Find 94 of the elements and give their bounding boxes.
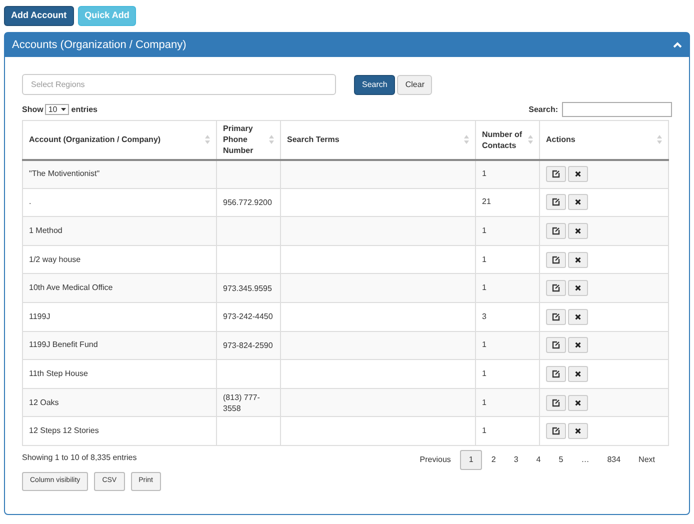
- phone-number: 956.772.9200: [223, 198, 272, 207]
- sort-icon: [464, 135, 469, 144]
- contact-count: 3: [482, 312, 486, 321]
- edit-button[interactable]: [546, 166, 566, 182]
- edit-button[interactable]: [546, 194, 566, 210]
- search-label: Search:: [528, 104, 558, 116]
- close-icon: [575, 199, 581, 206]
- edit-icon: [552, 198, 560, 206]
- account-name: 12 Oaks: [29, 398, 59, 407]
- close-icon: [575, 314, 581, 320]
- close-icon: [575, 428, 581, 434]
- account-name: .: [29, 197, 32, 206]
- entries-info: Showing 1 to 10 of 8,335 entries: [22, 452, 137, 464]
- add-account-button[interactable]: Add Account: [4, 6, 74, 26]
- regions-field[interactable]: Select Regions: [22, 74, 336, 95]
- edit-icon: [552, 256, 560, 264]
- delete-button[interactable]: [568, 366, 588, 382]
- page-link[interactable]: 3: [504, 450, 528, 470]
- edit-icon: [552, 427, 560, 436]
- sort-icon: [657, 135, 662, 144]
- account-name: 1 Method: [29, 226, 62, 235]
- account-name: 11th Step House: [29, 368, 88, 378]
- entries-label: entries: [71, 104, 98, 116]
- edit-icon: [552, 170, 560, 178]
- page-link[interactable]: Previous: [410, 450, 460, 470]
- close-icon: [575, 228, 581, 234]
- contact-count: 1: [482, 169, 486, 178]
- delete-button[interactable]: [568, 423, 588, 440]
- account-name: 1199J: [29, 312, 50, 321]
- contact-count: 1: [482, 368, 486, 378]
- close-icon: [575, 285, 581, 292]
- page-link[interactable]: Next: [630, 450, 664, 470]
- edit-icon: [552, 398, 560, 407]
- sort-icon: [205, 135, 210, 144]
- close-icon: [575, 171, 581, 178]
- edit-icon: [552, 284, 560, 292]
- delete-button[interactable]: [568, 222, 588, 239]
- entries-dropdown[interactable]: 10: [45, 104, 70, 115]
- page-link[interactable]: 834: [598, 450, 630, 470]
- delete-button[interactable]: [568, 280, 588, 296]
- search-button[interactable]: Search: [354, 74, 396, 94]
- edit-button[interactable]: [546, 280, 566, 296]
- contact-count: 1: [482, 426, 486, 436]
- close-icon: [575, 400, 581, 406]
- page-link[interactable]: …: [572, 450, 598, 470]
- edit-button[interactable]: [546, 252, 566, 268]
- column-header[interactable]: Actions: [546, 134, 576, 146]
- phone-number: 973.345.9595: [223, 284, 272, 293]
- account-name: 12 Steps 12 Stories: [29, 426, 99, 436]
- delete-button[interactable]: [568, 194, 588, 210]
- contact-count: 1: [482, 226, 486, 235]
- edit-icon: [552, 370, 560, 378]
- edit-button[interactable]: [546, 394, 566, 411]
- contact-count: 1: [482, 340, 486, 350]
- contact-count: 1: [482, 283, 486, 292]
- edit-button[interactable]: [546, 423, 566, 440]
- edit-button[interactable]: [546, 337, 566, 354]
- delete-button[interactable]: [568, 252, 588, 268]
- phone-number: 973-824-2590: [223, 340, 273, 350]
- page-link[interactable]: 5: [550, 450, 572, 470]
- table-search-field[interactable]: [562, 102, 672, 117]
- sort-icon: [528, 135, 533, 144]
- account-name: 1/2 way house: [29, 254, 81, 264]
- page-link[interactable]: 2: [482, 450, 505, 470]
- close-icon: [575, 370, 581, 377]
- panel-title: Accounts (Organization / Company): [12, 38, 186, 53]
- contact-count: 21: [482, 197, 491, 206]
- account-name: 10th Ave Medical Office: [29, 283, 113, 292]
- edit-icon: [552, 226, 560, 235]
- clear-button[interactable]: Clear: [397, 74, 432, 94]
- show-label: Show: [22, 104, 44, 116]
- column-header[interactable]: Search Terms: [287, 134, 340, 146]
- delete-button[interactable]: [568, 308, 588, 325]
- sort-icon: [269, 135, 274, 144]
- caret-icon: [61, 108, 66, 111]
- delete-button[interactable]: [568, 337, 588, 354]
- edit-button[interactable]: [546, 308, 566, 325]
- delete-button[interactable]: [568, 166, 588, 182]
- account-name: 1199J Benefit Fund: [29, 340, 98, 350]
- phone-number: (813) 777-3558: [223, 392, 260, 413]
- contact-count: 1: [482, 398, 486, 407]
- close-icon: [575, 256, 581, 263]
- edit-icon: [552, 341, 560, 350]
- edit-button[interactable]: [546, 366, 566, 382]
- chevron-up-icon[interactable]: [673, 42, 682, 48]
- contact-count: 1: [482, 254, 486, 264]
- close-icon: [575, 342, 581, 348]
- edit-button[interactable]: [546, 222, 566, 239]
- delete-button[interactable]: [568, 394, 588, 411]
- edit-icon: [552, 312, 560, 321]
- page-link[interactable]: 1: [460, 450, 482, 470]
- phone-number: 973-242-4450: [223, 312, 273, 322]
- page-link[interactable]: 4: [527, 450, 550, 470]
- account-name: "The Motiventionist": [29, 169, 100, 178]
